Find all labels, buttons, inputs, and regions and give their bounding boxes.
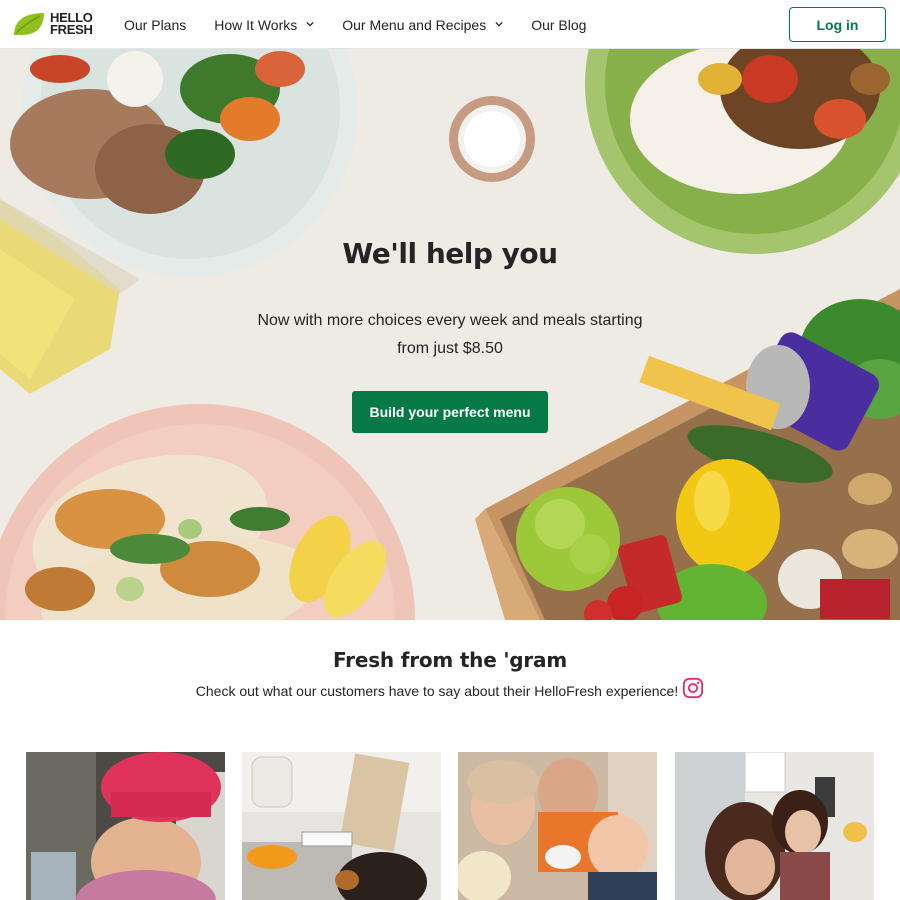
top-navigation-bar: HELLO FRESH Our Plans How It Works Our M… [0,0,900,49]
instagram-photo[interactable] [675,752,874,900]
instagram-photo[interactable] [242,752,441,900]
hellofresh-logo[interactable]: HELLO FRESH [12,10,100,40]
gram-section-subtitle: Check out what our customers have to say… [0,677,900,702]
photo-family-selfie [458,752,657,900]
logo-line-fresh: FRESH [50,22,93,37]
hero-banner: We'll help you Now with more choices eve… [0,49,900,620]
nav-our-plans[interactable]: Our Plans [124,17,186,33]
photo-kids-kitchen [675,752,874,900]
login-button[interactable]: Log in [789,7,886,42]
nav-label: Our Menu and Recipes [342,16,487,33]
instagram-photo[interactable] [26,752,225,900]
nav-label: Our Blog [531,16,587,33]
hero-title: We'll help you [342,237,558,270]
nav-how-it-works[interactable]: How It Works [214,17,314,33]
instagram-photo-grid [26,752,876,900]
photo-kitchen-dog [242,752,441,900]
gram-subtitle-text: Check out what our customers have to say… [195,683,679,699]
nav-menu-and-recipes[interactable]: Our Menu and Recipes [342,17,503,33]
nav-our-blog[interactable]: Our Blog [531,17,586,33]
instagram-photo[interactable] [458,752,657,900]
chevron-down-icon [306,21,314,27]
nav-label: Our Plans [124,16,187,33]
gram-section-title: Fresh from the 'gram [333,648,567,672]
build-menu-button[interactable]: Build your perfect menu [352,391,548,433]
photo-child-chef [26,752,225,900]
hero-subtitle: Now with more choices every week and mea… [257,312,643,357]
lime-leaf-icon [14,13,44,35]
main-nav: Our Plans How It Works Our Menu and Reci… [124,0,614,49]
instagram-icon[interactable] [682,677,704,699]
nav-label: How It Works [214,16,298,33]
chevron-down-icon [495,21,503,27]
